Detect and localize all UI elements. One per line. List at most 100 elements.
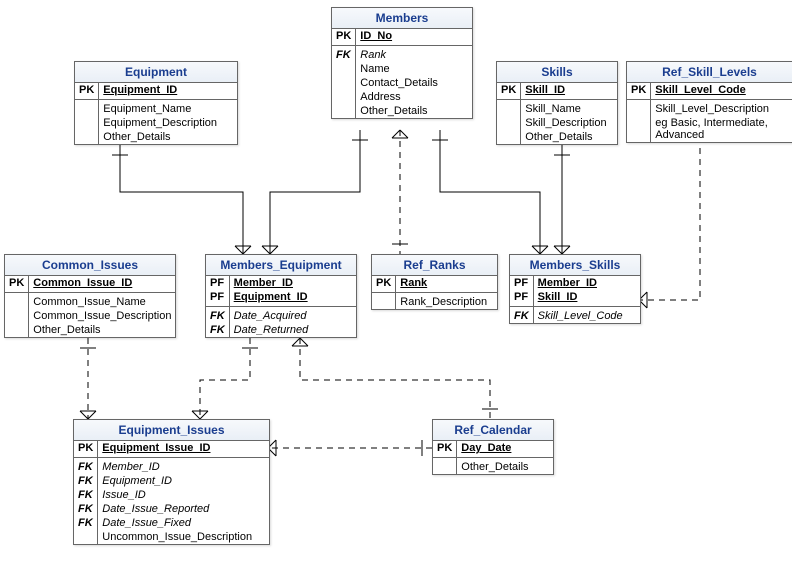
attribute-name: Skill_Description bbox=[521, 116, 617, 130]
attribute-row: Equipment_Description bbox=[75, 116, 237, 130]
attribute-row: FKDate_Issue_Fixed bbox=[74, 516, 269, 530]
attribute-name: Equipment_Issue_ID bbox=[98, 441, 269, 458]
attribute-row: Skill_Name bbox=[497, 100, 617, 117]
entity-body: PKDay_DateOther_Details bbox=[433, 441, 553, 474]
attribute-row: FKDate_Issue_Reported bbox=[74, 502, 269, 516]
key-indicator bbox=[497, 130, 521, 144]
entity-title: Common_Issues bbox=[5, 255, 175, 276]
attribute-name: Date_Issue_Reported bbox=[98, 502, 269, 516]
key-indicator: FK bbox=[74, 516, 98, 530]
attribute-row: Uncommon_Issue_Description bbox=[74, 530, 269, 544]
attribute-row: Rank_Description bbox=[372, 293, 497, 310]
key-indicator: FK bbox=[206, 307, 229, 324]
attribute-name: Equipment_ID bbox=[99, 83, 237, 100]
key-indicator: PK bbox=[497, 83, 521, 100]
entity-equipment: Equipment PKEquipment_IDEquipment_NameEq… bbox=[74, 61, 238, 145]
attribute-name: Rank bbox=[396, 276, 497, 293]
attribute-name: Equipment_ID bbox=[229, 290, 356, 307]
key-indicator bbox=[627, 116, 651, 142]
attribute-row: PFSkill_ID bbox=[510, 290, 640, 307]
attribute-row: PKSkill_ID bbox=[497, 83, 617, 100]
key-indicator: PF bbox=[510, 290, 533, 307]
entity-title: Members_Skills bbox=[510, 255, 640, 276]
entity-title: Members_Equipment bbox=[206, 255, 356, 276]
attribute-row: FKMember_ID bbox=[74, 458, 269, 475]
entity-title: Members bbox=[332, 8, 472, 29]
attribute-row: PKEquipment_ID bbox=[75, 83, 237, 100]
key-indicator: PF bbox=[206, 290, 229, 307]
entity-body: PFMember_IDPFEquipment_IDFKDate_Acquired… bbox=[206, 276, 356, 337]
attribute-row: PFMember_ID bbox=[510, 276, 640, 290]
entity-title: Ref_Skill_Levels bbox=[627, 62, 792, 83]
key-indicator: PK bbox=[75, 83, 99, 100]
attribute-name: Common_Issue_Description bbox=[29, 309, 176, 323]
attribute-name: Member_ID bbox=[98, 458, 269, 475]
attribute-name: Member_ID bbox=[533, 276, 640, 290]
attribute-row: PKID_No bbox=[332, 29, 472, 46]
key-indicator bbox=[332, 104, 356, 118]
attribute-row: PFMember_ID bbox=[206, 276, 356, 290]
entity-ref-calendar: Ref_Calendar PKDay_DateOther_Details bbox=[432, 419, 554, 475]
entity-members: Members PKID_NoFKRankNameContact_Details… bbox=[331, 7, 473, 119]
attribute-row: PKSkill_Level_Code bbox=[627, 83, 792, 100]
attribute-name: Issue_ID bbox=[98, 488, 269, 502]
key-indicator: PK bbox=[372, 276, 396, 293]
entity-body: PKRankRank_Description bbox=[372, 276, 497, 309]
key-indicator bbox=[5, 309, 29, 323]
key-indicator bbox=[497, 100, 521, 117]
attribute-name: Skill_Level_Description bbox=[651, 100, 792, 117]
attribute-row: Other_Details bbox=[5, 323, 175, 337]
key-indicator bbox=[5, 293, 29, 310]
key-indicator bbox=[433, 458, 457, 475]
attribute-row: FKRank bbox=[332, 46, 472, 63]
key-indicator: PF bbox=[510, 276, 533, 290]
entity-title: Skills bbox=[497, 62, 617, 83]
key-indicator bbox=[74, 530, 98, 544]
attribute-name: Equipment_ID bbox=[98, 474, 269, 488]
entity-ref-skill-levels: Ref_Skill_Levels PKSkill_Level_CodeSkill… bbox=[626, 61, 792, 143]
entity-body: PKEquipment_Issue_IDFKMember_IDFKEquipme… bbox=[74, 441, 269, 544]
entity-members-skills: Members_Skills PFMember_IDPFSkill_IDFKSk… bbox=[509, 254, 641, 324]
attribute-name: Common_Issue_Name bbox=[29, 293, 176, 310]
attribute-name: Rank bbox=[356, 46, 472, 63]
attribute-row: PKEquipment_Issue_ID bbox=[74, 441, 269, 458]
attribute-name: Day_Date bbox=[457, 441, 553, 458]
attribute-row: Name bbox=[332, 62, 472, 76]
entity-body: PFMember_IDPFSkill_IDFKSkill_Level_Code bbox=[510, 276, 640, 323]
attribute-row: Skill_Description bbox=[497, 116, 617, 130]
attribute-row: Common_Issue_Name bbox=[5, 293, 175, 310]
key-indicator bbox=[332, 90, 356, 104]
attribute-row: PKRank bbox=[372, 276, 497, 293]
attribute-row: FKDate_Returned bbox=[206, 323, 356, 337]
attribute-name: Other_Details bbox=[99, 130, 237, 144]
key-indicator bbox=[332, 62, 356, 76]
attribute-name: Date_Returned bbox=[229, 323, 356, 337]
entity-common-issues: Common_Issues PKCommon_Issue_IDCommon_Is… bbox=[4, 254, 176, 338]
key-indicator: PK bbox=[74, 441, 98, 458]
entity-title: Ref_Calendar bbox=[433, 420, 553, 441]
key-indicator bbox=[75, 100, 99, 117]
entity-title: Ref_Ranks bbox=[372, 255, 497, 276]
attribute-row: Address bbox=[332, 90, 472, 104]
attribute-row: Other_Details bbox=[497, 130, 617, 144]
attribute-row: Other_Details bbox=[75, 130, 237, 144]
attribute-name: Name bbox=[356, 62, 472, 76]
key-indicator bbox=[497, 116, 521, 130]
attribute-row: PFEquipment_ID bbox=[206, 290, 356, 307]
attribute-name: Skill_Level_Code bbox=[651, 83, 792, 100]
key-indicator bbox=[332, 76, 356, 90]
attribute-name: ID_No bbox=[356, 29, 472, 46]
entity-members-equipment: Members_Equipment PFMember_IDPFEquipment… bbox=[205, 254, 357, 338]
entity-skills: Skills PKSkill_IDSkill_NameSkill_Descrip… bbox=[496, 61, 618, 145]
attribute-name: Skill_Name bbox=[521, 100, 617, 117]
attribute-row: FKSkill_Level_Code bbox=[510, 307, 640, 324]
entity-body: PKCommon_Issue_IDCommon_Issue_NameCommon… bbox=[5, 276, 175, 337]
key-indicator: PK bbox=[627, 83, 651, 100]
attribute-name: Equipment_Description bbox=[99, 116, 237, 130]
attribute-name: Address bbox=[356, 90, 472, 104]
entity-body: PKSkill_Level_CodeSkill_Level_Descriptio… bbox=[627, 83, 792, 142]
key-indicator: FK bbox=[74, 502, 98, 516]
attribute-name: Contact_Details bbox=[356, 76, 472, 90]
attribute-name: Other_Details bbox=[521, 130, 617, 144]
entity-equipment-issues: Equipment_Issues PKEquipment_Issue_IDFKM… bbox=[73, 419, 270, 545]
